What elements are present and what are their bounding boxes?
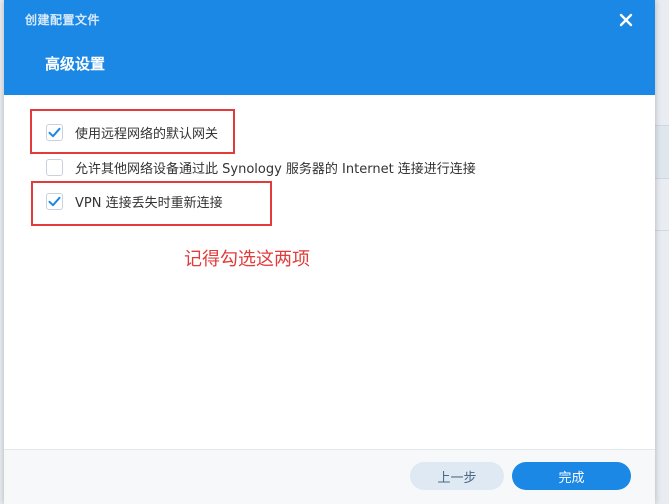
checkbox-allow-other-devices[interactable]	[46, 158, 63, 176]
highlight-box-gateway	[30, 109, 235, 154]
option-allow-other-devices[interactable]: 允许其他网络设备通过此 Synology 服务器的 Internet 连接进行连…	[46, 156, 476, 178]
page-title: 高级设置	[45, 55, 106, 73]
option-label: 允许其他网络设备通过此 Synology 服务器的 Internet 连接进行连…	[75, 161, 476, 177]
done-button[interactable]: 完成	[512, 462, 631, 490]
create-profile-dialog: 创建配置文件 高级设置 使用远程网络的默认网关 允许其他网络设备通过此 Syno…	[4, 0, 655, 504]
background-divider	[655, 230, 669, 231]
window-title: 创建配置文件	[25, 13, 101, 27]
close-button[interactable]	[615, 9, 637, 31]
previous-button[interactable]: 上一步	[410, 462, 504, 490]
close-icon	[619, 13, 633, 27]
dialog-header: 创建配置文件 高级设置	[4, 0, 655, 95]
dialog-footer: 上一步 完成	[4, 449, 655, 504]
annotation-note: 记得勾选这两项	[184, 249, 310, 270]
background-panel	[655, 125, 669, 179]
highlight-box-reconnect	[31, 181, 272, 226]
